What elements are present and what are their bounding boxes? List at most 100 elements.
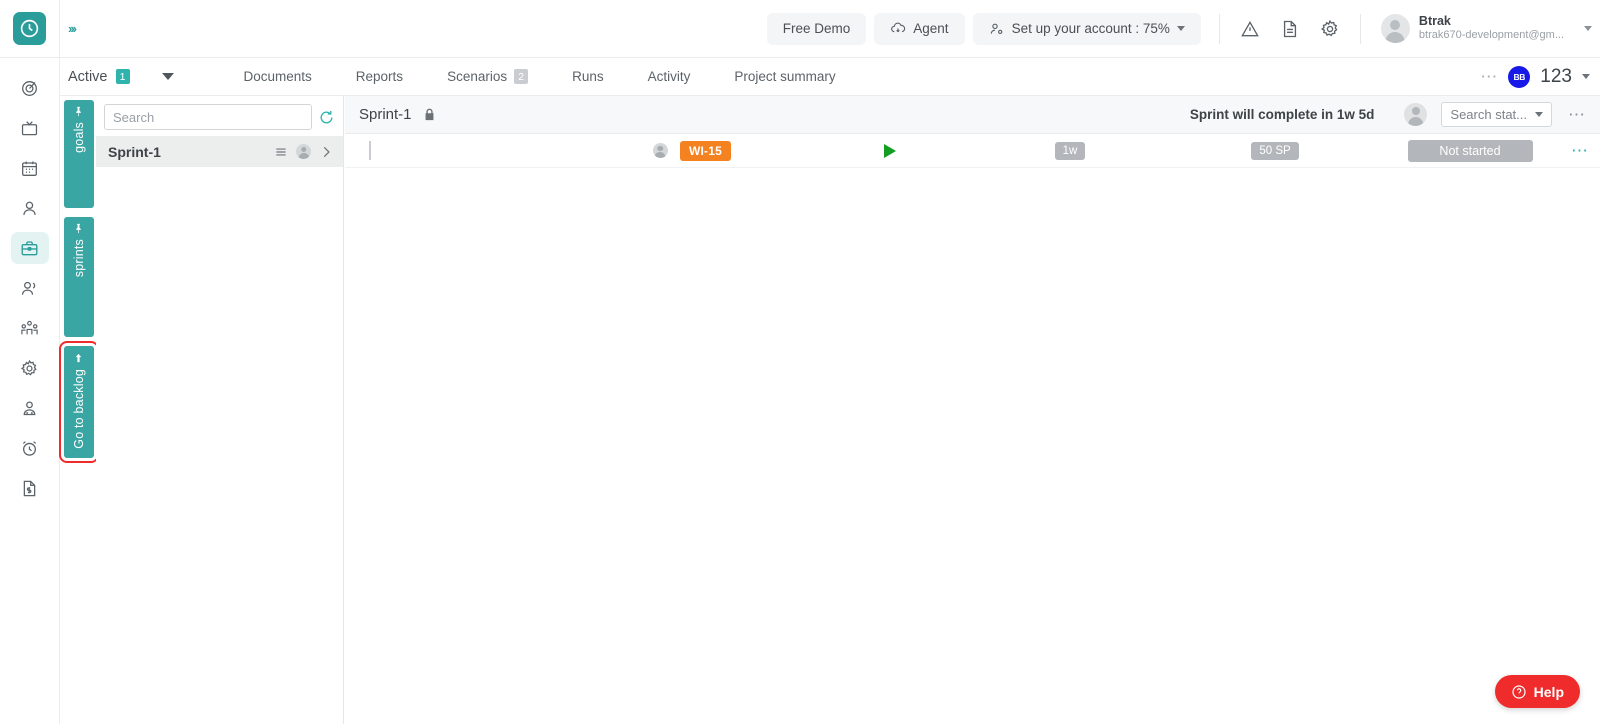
divider [1219,14,1220,44]
active-count-badge: 1 [116,69,130,84]
gear-icon [1320,19,1340,39]
tab-label: Scenarios [447,69,507,84]
play-triangle-icon[interactable] [884,144,896,158]
status-filter-value: Search stat... [1450,107,1527,122]
task-assignee[interactable] [640,143,680,158]
tab-reports[interactable]: Reports [334,58,425,95]
pin-icon [73,223,84,234]
calendar-icon [20,159,39,178]
active-filter[interactable]: Active 1 [60,69,130,85]
main-content: Sprint-1 Sprint will complete in 1w 5d S… [345,96,1600,724]
list-item[interactable]: Sprint-1 [96,136,343,167]
tab-scenarios[interactable]: Scenarios 2 [425,58,550,95]
member-avatar[interactable]: BB [1508,66,1530,88]
sidebar-item-timesheet[interactable] [11,432,49,464]
account-chevron-down-icon[interactable] [1584,26,1592,31]
sidebar-item-projects[interactable] [11,232,49,264]
sidebar-item-settings[interactable] [11,352,49,384]
task-key-badge[interactable]: WI-15 [680,141,731,161]
sidebar-item-calendar[interactable] [11,152,49,184]
free-demo-button[interactable]: Free Demo [767,13,867,45]
sprint-name: Sprint-1 [108,144,266,160]
task-menu-cell: ⋯ [1560,142,1600,159]
tabstrip-overflow-ellipsis-icon[interactable]: ⋯ [1480,68,1498,85]
hamburger-icon[interactable] [274,145,288,159]
person-icon [20,199,39,218]
row-ellipsis-icon[interactable]: ⋯ [1571,142,1589,159]
status-badge[interactable]: Not started [1408,140,1533,162]
tab-runs[interactable]: Runs [550,58,626,95]
expand-sidebar-icon[interactable]: ››› [68,21,75,36]
task-points-badge[interactable]: 50 SP [1251,142,1298,160]
task-duration-badge[interactable]: 1w [1055,142,1086,160]
tab-strip: Active 1 Documents Reports Scenarios 2 R… [60,58,1600,96]
avatar[interactable] [1404,103,1427,126]
tab-documents[interactable]: Documents [222,58,334,95]
alerts-button[interactable] [1230,9,1270,49]
gear-icon [20,359,39,378]
alarm-clock-icon [20,439,39,458]
task-start-cell [810,144,970,158]
tab-strip-right: ⋯ BB 123 [1480,66,1600,88]
tab-label: Project summary [734,69,835,84]
vtab-go-to-backlog[interactable]: Go to backlog [64,346,94,458]
triangle-down-icon[interactable] [162,73,174,80]
refresh-button[interactable] [318,109,335,126]
account-text: Btrak btrak670-development@gm... [1419,14,1564,43]
chevron-right-icon[interactable] [319,145,333,159]
vtab-label: sprints [72,239,86,277]
avatar [653,143,668,158]
task-status-cell: Not started [1380,140,1560,162]
vtab-label: Go to backlog [72,369,86,449]
lock-icon[interactable] [422,107,437,122]
member-chevron-down-icon[interactable] [1582,74,1590,79]
people-icon [20,279,39,298]
app-logo[interactable] [13,12,46,45]
user-settings-icon [989,21,1005,37]
warning-triangle-icon [1240,19,1260,39]
vtab-sprints[interactable]: sprints [64,217,94,337]
chevron-down-icon [1535,112,1543,117]
divider-2 [1360,14,1361,44]
status-filter-select[interactable]: Search stat... [1441,102,1552,127]
sprint-header: Sprint-1 Sprint will complete in 1w 5d S… [345,96,1600,134]
sidebar-item-contacts[interactable] [11,272,49,304]
agent-label: Agent [913,21,948,36]
team-group-icon [20,319,39,338]
table-row[interactable]: WI-15 1w 50 SP Not started ⋯ [345,134,1600,168]
briefcase-icon [20,239,39,258]
tab-project-summary[interactable]: Project summary [712,58,857,95]
avatar [1381,14,1410,43]
sidebar-item-employees[interactable] [11,392,49,424]
setup-account-button[interactable]: Set up your account : 75% [973,13,1201,45]
row-accent-bar [369,141,371,160]
sidebar-item-billing[interactable] [11,472,49,504]
account-email: btrak670-development@gm... [1419,29,1564,43]
documents-button[interactable] [1270,9,1310,49]
active-filter-label: Active [68,69,108,85]
sprint-eta-text: Sprint will complete in 1w 5d [1190,107,1375,122]
tab-activity[interactable]: Activity [626,58,713,95]
sidebar-item-profile[interactable] [11,192,49,224]
sidebar-item-teams[interactable] [11,312,49,344]
pin-icon [73,106,84,117]
agent-button[interactable]: Agent [874,13,964,45]
tab-list: Documents Reports Scenarios 2 Runs Activ… [222,58,858,95]
settings-button[interactable] [1310,9,1350,49]
sidebar-item-boards[interactable] [11,112,49,144]
account-menu[interactable]: Btrak btrak670-development@gm... [1371,14,1570,43]
arrow-up-icon [73,352,84,364]
document-icon [1280,19,1300,39]
vtab-goals[interactable]: goals [64,100,94,208]
vertical-tab-rail: goals sprints Go to backlog [61,96,96,724]
help-button[interactable]: Help [1495,675,1580,708]
sidebar-item-goals[interactable] [11,72,49,104]
account-name: Btrak [1419,14,1564,30]
search-row [96,96,343,136]
tab-badge: 2 [514,69,528,84]
avatar[interactable] [296,144,311,159]
member-count: 123 [1540,66,1572,88]
search-input[interactable] [104,104,312,130]
task-duration-cell: 1w [970,142,1170,160]
sprint-header-ellipsis-icon[interactable]: ⋯ [1562,106,1592,123]
